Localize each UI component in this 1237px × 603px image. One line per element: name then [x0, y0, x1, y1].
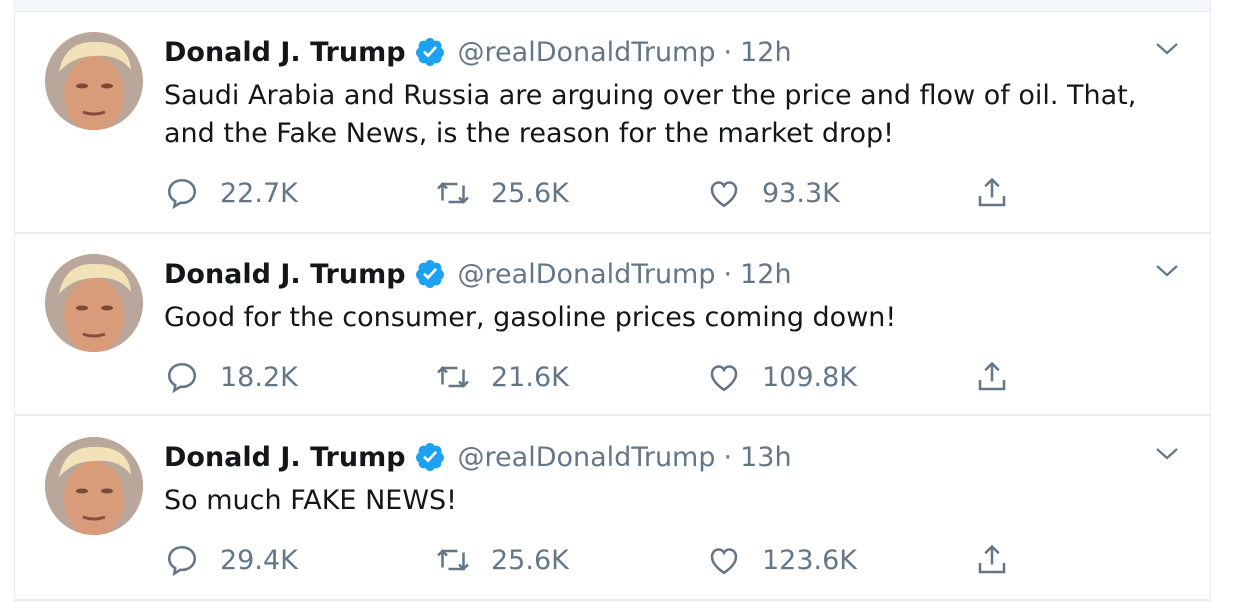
timestamp[interactable]: 13h	[740, 442, 791, 473]
display-name[interactable]: Donald J. Trump	[164, 259, 406, 290]
reply-count: 29.4K	[220, 544, 298, 576]
retweet-icon	[435, 359, 471, 395]
reply-icon	[164, 542, 200, 578]
avatar[interactable]	[45, 437, 143, 535]
display-name[interactable]: Donald J. Trump	[164, 37, 406, 68]
chevron-down-icon[interactable]	[1154, 444, 1180, 464]
share-button[interactable]	[974, 540, 1010, 580]
share-icon	[974, 542, 1010, 578]
user-handle[interactable]: @realDonaldTrump	[458, 259, 716, 290]
tweet-header: Donald J. Trump @realDonaldTrump · 13h	[164, 439, 792, 475]
timestamp[interactable]: 12h	[740, 37, 791, 68]
tweet-text: Good for the consumer, gasoline prices c…	[164, 302, 897, 333]
tweet-text: Saudi Arabia and Russia are arguing over…	[164, 80, 1137, 149]
like-button[interactable]: 109.8K	[706, 357, 857, 397]
chevron-down-icon[interactable]	[1154, 261, 1180, 281]
reply-button[interactable]: 29.4K	[164, 540, 298, 580]
like-icon	[706, 359, 742, 395]
retweet-button[interactable]: 25.6K	[435, 173, 569, 213]
separator-dot: ·	[723, 441, 733, 473]
tweet-3[interactable]: Donald J. Trump @realDonaldTrump · 13h S…	[15, 416, 1210, 601]
tweet-header: Donald J. Trump @realDonaldTrump · 12h	[164, 256, 792, 292]
retweet-button[interactable]: 25.6K	[435, 540, 569, 580]
tweet-1[interactable]: Donald J. Trump @realDonaldTrump · 12h S…	[15, 11, 1210, 234]
separator-dot: ·	[723, 36, 733, 68]
display-name[interactable]: Donald J. Trump	[164, 442, 406, 473]
avatar[interactable]	[45, 32, 143, 130]
verified-badge-icon	[414, 36, 446, 68]
reply-icon	[164, 359, 200, 395]
retweet-icon	[435, 542, 471, 578]
like-count: 109.8K	[762, 361, 858, 393]
user-handle[interactable]: @realDonaldTrump	[458, 37, 716, 68]
avatar[interactable]	[45, 254, 143, 352]
reply-count: 22.7K	[220, 177, 298, 209]
retweet-count: 25.6K	[491, 177, 569, 209]
chevron-down-icon[interactable]	[1154, 39, 1180, 59]
reply-button[interactable]: 22.7K	[164, 173, 298, 213]
like-button[interactable]: 93.3K	[706, 173, 840, 213]
timestamp[interactable]: 12h	[740, 259, 791, 290]
like-icon	[706, 175, 742, 211]
share-button[interactable]	[974, 173, 1010, 213]
share-button[interactable]	[974, 357, 1010, 397]
share-icon	[974, 175, 1010, 211]
retweet-count: 21.6K	[491, 361, 569, 393]
tweet-timeline: Donald J. Trump @realDonaldTrump · 12h S…	[14, 0, 1211, 603]
retweet-icon	[435, 175, 471, 211]
user-handle[interactable]: @realDonaldTrump	[458, 442, 716, 473]
reply-icon	[164, 175, 200, 211]
retweet-count: 25.6K	[491, 544, 569, 576]
tweet-2[interactable]: Donald J. Trump @realDonaldTrump · 12h G…	[15, 234, 1210, 416]
like-count: 93.3K	[762, 177, 840, 209]
retweet-button[interactable]: 21.6K	[435, 357, 569, 397]
reply-button[interactable]: 18.2K	[164, 357, 298, 397]
verified-badge-icon	[414, 258, 446, 290]
reply-count: 18.2K	[220, 361, 298, 393]
like-button[interactable]: 123.6K	[706, 540, 857, 580]
share-icon	[974, 359, 1010, 395]
like-count: 123.6K	[762, 544, 858, 576]
separator-dot: ·	[723, 258, 733, 290]
verified-badge-icon	[414, 441, 446, 473]
tweet-header: Donald J. Trump @realDonaldTrump · 12h	[164, 34, 792, 70]
like-icon	[706, 542, 742, 578]
tweet-text: So much FAKE NEWS!	[164, 485, 457, 516]
